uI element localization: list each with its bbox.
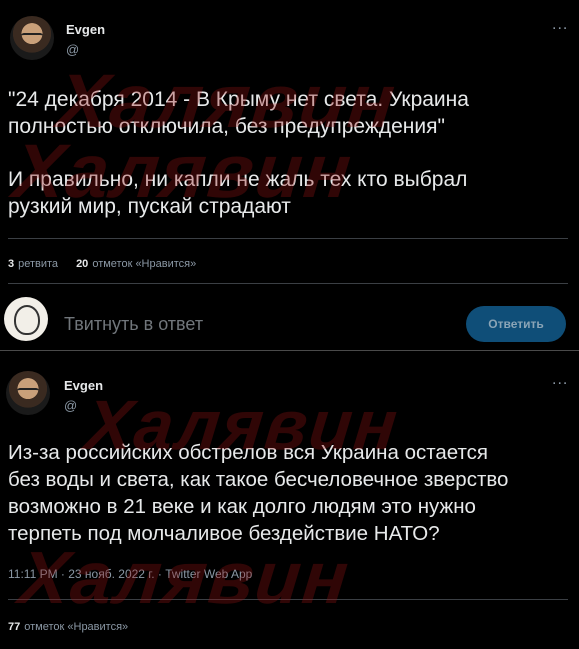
retweets-label[interactable]: ретвита [18,258,58,270]
likes-label[interactable]: отметок «Нравится» [92,258,196,270]
author-handle[interactable]: @ [64,398,77,413]
author-name[interactable]: Evgen [64,378,103,393]
retweets-count[interactable]: 3 [8,258,14,270]
likes-count[interactable]: 20 [76,258,88,270]
divider [8,238,568,239]
more-options-icon[interactable]: ... [552,371,568,389]
tweet-text-line: возможно в 21 веке и как долго людям это… [8,495,476,518]
tweet-text-line: И правильно, ни капли не жаль тех кто вы… [8,168,468,191]
more-options-icon[interactable]: ... [552,16,568,34]
tweet-2: Evgen @ ... Из-за российских обстрелов в… [0,355,579,649]
author-name[interactable]: Evgen [66,22,105,37]
tweet-stats: 77 отметок «Нравится» [8,621,128,633]
reply-avatar [4,297,48,341]
tweet-text-line: рузкий мир, пускай страдают [8,195,291,218]
avatar[interactable] [10,16,54,60]
tweet-text-line: "24 декабря 2014 - В Крыму нет света. Ук… [8,88,469,111]
tweet-text-line: терпеть под молчаливое бездействие НАТО? [8,522,440,545]
tweet-meta[interactable]: 11:11 PM · 23 нояб. 2022 г. · Twitter We… [8,567,252,581]
reply-button[interactable]: Ответить [466,306,566,342]
avatar[interactable] [6,371,50,415]
reply-input[interactable]: Твитнуть в ответ [64,314,203,335]
tweet-text-line: полностью отключила, без предупреждения" [8,115,445,138]
tweet-text-line: Из-за российских обстрелов вся Украина о… [8,441,489,464]
likes-label[interactable]: отметок «Нравится» [24,621,128,633]
section-divider [0,350,579,351]
tweet-1: Evgen @ ... "24 декабря 2014 - В Крыму н… [0,0,579,347]
likes-count[interactable]: 77 [8,621,20,633]
author-handle[interactable]: @ [66,42,79,57]
sketch-portrait-icon [14,305,40,335]
tweet-stats: 3 ретвита 20 отметок «Нравится» [8,258,196,270]
glasses-icon [21,33,43,42]
tweet-text-line: без воды и света, как такое бесчеловечно… [8,468,509,491]
divider [8,283,568,284]
divider [8,599,568,600]
glasses-icon [17,388,39,397]
